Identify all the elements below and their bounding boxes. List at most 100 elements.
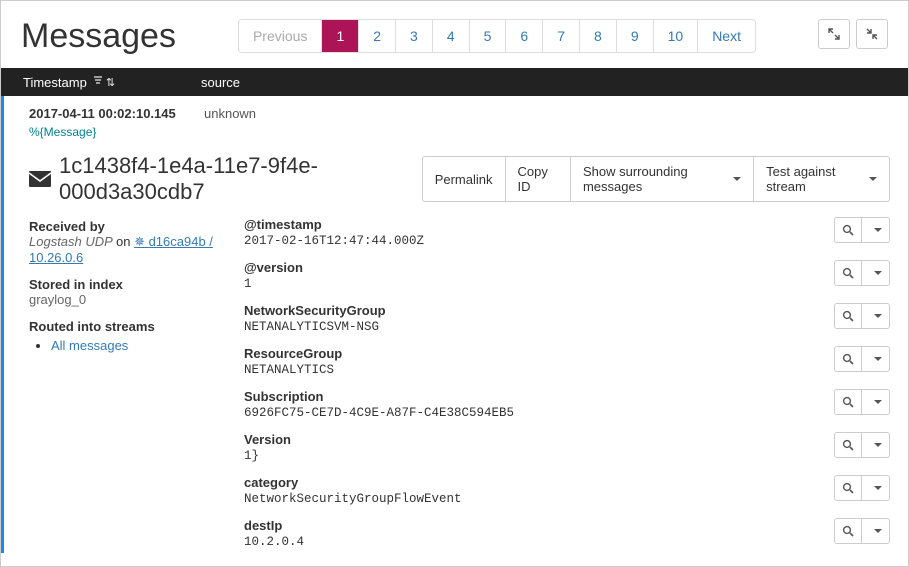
stream-link[interactable]: All messages xyxy=(51,338,128,353)
pagination-prev: Previous xyxy=(239,20,322,52)
field-value: 10.2.0.4 xyxy=(244,535,834,549)
message-sidebar: Received by Logstash UDP on ✵ d16ca94b /… xyxy=(29,217,234,553)
surrounding-messages-label: Show surrounding messages xyxy=(583,164,725,194)
field-row: NetworkSecurityGroup NETANALYTICSVM-NSG xyxy=(244,303,890,334)
test-against-stream-label: Test against stream xyxy=(766,164,861,194)
search-icon xyxy=(842,396,854,408)
field-search-button[interactable] xyxy=(834,260,862,286)
field-row: destIp10.2.0.4 xyxy=(244,518,890,549)
field-more-button[interactable] xyxy=(862,346,890,372)
field-more-button[interactable] xyxy=(862,217,890,243)
expand-icon xyxy=(828,28,840,40)
collapse-icon-button[interactable] xyxy=(856,19,888,49)
message-template-token: %{Message} xyxy=(29,125,96,139)
permalink-button[interactable]: Permalink xyxy=(422,156,506,202)
pagination-page-3[interactable]: 3 xyxy=(396,20,433,52)
pagination-page-6[interactable]: 6 xyxy=(506,20,543,52)
received-by-input: Logstash UDP xyxy=(29,234,112,249)
field-search-button[interactable] xyxy=(834,518,862,544)
surrounding-messages-button[interactable]: Show surrounding messages xyxy=(571,156,754,202)
field-more-button[interactable] xyxy=(862,389,890,415)
collapse-icon xyxy=(866,28,878,40)
field-name: category xyxy=(244,475,834,490)
search-icon xyxy=(842,439,854,451)
field-search-button[interactable] xyxy=(834,432,862,458)
field-value: 2017-02-16T12:47:44.000Z xyxy=(244,234,834,248)
field-row: Subscription 6926FC75-CE7D-4C9E-A87F-C4E3… xyxy=(244,389,890,420)
pagination-page-8[interactable]: 8 xyxy=(580,20,617,52)
field-row: ResourceGroup NETANALYTICS xyxy=(244,346,890,377)
stored-in-index-label: Stored in index xyxy=(29,277,234,292)
field-row: Version 1} xyxy=(244,432,890,463)
pagination: Previous 1 2 3 4 5 6 7 8 9 10 Next xyxy=(238,19,756,53)
field-name: ResourceGroup xyxy=(244,346,834,361)
test-against-stream-button[interactable]: Test against stream xyxy=(754,156,890,202)
chevron-down-icon xyxy=(869,177,877,181)
field-search-button[interactable] xyxy=(834,303,862,329)
field-search-button[interactable] xyxy=(834,346,862,372)
field-more-button[interactable] xyxy=(862,475,890,501)
pagination-page-4[interactable]: 4 xyxy=(433,20,470,52)
search-icon xyxy=(842,353,854,365)
message-timestamp: 2017-04-11 00:02:10.145 xyxy=(29,106,204,121)
pagination-page-7[interactable]: 7 xyxy=(543,20,580,52)
search-icon xyxy=(842,525,854,537)
envelope-icon xyxy=(29,171,49,187)
search-icon xyxy=(842,224,854,236)
chevron-down-icon xyxy=(733,177,741,181)
field-search-button[interactable] xyxy=(834,389,862,415)
chevron-down-icon xyxy=(874,529,882,533)
pagination-next[interactable]: Next xyxy=(698,20,755,52)
field-search-button[interactable] xyxy=(834,475,862,501)
message-actions: Permalink Copy ID Show surrounding messa… xyxy=(422,156,890,202)
search-icon xyxy=(842,267,854,279)
field-row: @version 1 xyxy=(244,260,890,291)
chevron-down-icon xyxy=(874,400,882,404)
copy-id-button[interactable]: Copy ID xyxy=(506,156,571,202)
field-name: @version xyxy=(244,260,834,275)
field-row: @timestamp 2017-02-16T12:47:44.000Z xyxy=(244,217,890,248)
stored-in-index-value: graylog_0 xyxy=(29,292,234,307)
search-icon xyxy=(842,482,854,494)
field-name: @timestamp xyxy=(244,217,834,232)
pagination-page-1[interactable]: 1 xyxy=(322,20,359,52)
received-by-on: on xyxy=(116,234,130,249)
pagination-page-5[interactable]: 5 xyxy=(470,20,507,52)
chevron-down-icon xyxy=(874,271,882,275)
field-name: Version xyxy=(244,432,834,447)
field-more-button[interactable] xyxy=(862,432,890,458)
table-header: Timestamp ⇅ source xyxy=(1,68,908,96)
field-name: NetworkSecurityGroup xyxy=(244,303,834,318)
field-name: Subscription xyxy=(244,389,834,404)
chevron-down-icon xyxy=(874,314,882,318)
pagination-page-2[interactable]: 2 xyxy=(359,20,396,52)
field-value: 6926FC75-CE7D-4C9E-A87F-C4E38C594EB5 xyxy=(244,406,834,420)
field-row: category NetworkSecurityGroupFlowEvent xyxy=(244,475,890,506)
field-value: 1 xyxy=(244,277,834,291)
field-value: NETANALYTICS xyxy=(244,363,834,377)
message-row-header[interactable]: 2017-04-11 00:02:10.145 unknown xyxy=(4,96,908,125)
page-title: Messages xyxy=(21,17,176,56)
received-by-label: Received by xyxy=(29,219,234,234)
field-value: 1} xyxy=(244,449,834,463)
column-header-timestamp[interactable]: Timestamp ⇅ xyxy=(1,75,201,90)
message-source: unknown xyxy=(204,106,256,121)
field-more-button[interactable] xyxy=(862,260,890,286)
pagination-page-10[interactable]: 10 xyxy=(654,20,699,52)
message-fields: @timestamp 2017-02-16T12:47:44.000Z @versi… xyxy=(244,217,890,553)
chevron-down-icon xyxy=(874,443,882,447)
field-value: NetworkSecurityGroupFlowEvent xyxy=(244,492,834,506)
pagination-page-9[interactable]: 9 xyxy=(617,20,654,52)
column-header-timestamp-label: Timestamp xyxy=(23,75,87,90)
field-more-button[interactable] xyxy=(862,518,890,544)
chevron-down-icon xyxy=(874,228,882,232)
field-more-button[interactable] xyxy=(862,303,890,329)
search-icon xyxy=(842,310,854,322)
field-value: NETANALYTICSVM-NSG xyxy=(244,320,834,334)
chevron-down-icon xyxy=(874,486,882,490)
column-header-source[interactable]: source xyxy=(201,75,908,90)
message-id: 1c1438f4-1e4a-11e7-9f4e-000d3a30cdb7 xyxy=(59,153,422,205)
sort-desc-icon: ⇅ xyxy=(93,76,115,89)
field-search-button[interactable] xyxy=(834,217,862,243)
expand-icon-button[interactable] xyxy=(818,19,850,49)
